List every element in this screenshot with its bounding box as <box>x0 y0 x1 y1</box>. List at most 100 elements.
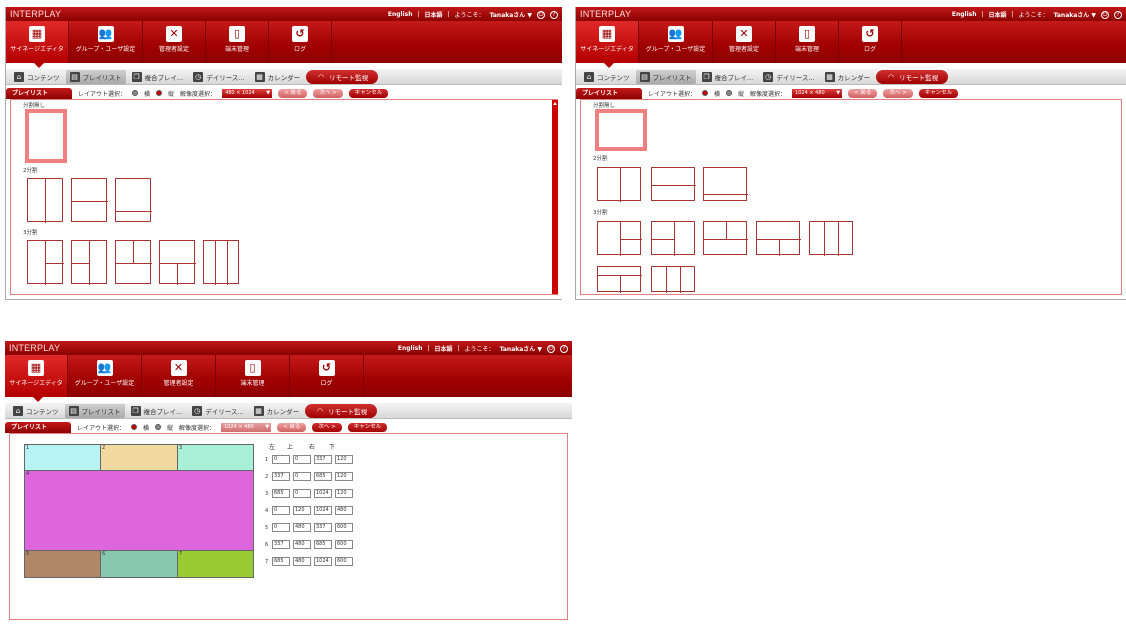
layout-option-3-d[interactable] <box>756 221 801 256</box>
back-button[interactable]: < 戻る <box>277 422 307 432</box>
region-5[interactable]: 5 <box>25 551 101 578</box>
language-japanese-link[interactable]: 日本語 <box>989 10 1007 19</box>
language-english-link[interactable]: English <box>398 345 423 352</box>
cancel-button[interactable]: キャンセル <box>918 88 959 98</box>
coordinate-field[interactable]: 120 <box>335 472 353 481</box>
tab-calendar[interactable]: ▦ カレンダー <box>250 404 304 418</box>
coordinate-field[interactable]: 337 <box>314 523 332 532</box>
help-icon[interactable]: ? <box>560 344 568 353</box>
nav-item-log[interactable]: ↺ ログ <box>269 21 332 63</box>
layout-horizontal-radio[interactable] <box>131 424 138 430</box>
language-japanese-link[interactable]: 日本語 <box>425 10 443 19</box>
resolution-dropdown[interactable]: 480 × 1024 <box>222 88 273 98</box>
help-icon[interactable]: ? <box>550 10 558 19</box>
nav-item-tools[interactable]: ✕ 管理者設定 <box>713 21 776 63</box>
nav-item-grid-pencil[interactable]: ▦ サイネージエディタ <box>5 355 68 402</box>
tab-composite[interactable]: ❐ 複合プレイ... <box>128 70 188 84</box>
tab-clock[interactable]: ◷ デイリース... <box>188 404 247 418</box>
coordinate-field[interactable]: 600 <box>335 540 353 549</box>
tab-wifi[interactable]: ◠ リモート監視 <box>306 69 379 84</box>
nav-item-log[interactable]: ↺ ログ <box>290 355 364 397</box>
coordinate-field[interactable]: 685 <box>272 557 290 566</box>
coordinate-field[interactable]: 685 <box>314 472 332 481</box>
layout-option-none[interactable] <box>595 109 647 151</box>
tab-clock[interactable]: ◷ デイリース... <box>759 70 818 84</box>
layout-option-3-e[interactable] <box>809 221 853 256</box>
nav-item-users[interactable]: 👥 グループ・ユーザ設定 <box>68 355 142 397</box>
tab-composite[interactable]: ❐ 複合プレイ... <box>698 70 758 84</box>
layout-option-2-horizontal[interactable] <box>651 167 696 201</box>
nav-item-tools[interactable]: ✕ 管理者設定 <box>143 21 206 63</box>
region-2[interactable]: 2 <box>101 445 178 471</box>
cancel-button[interactable]: キャンセル <box>347 422 388 432</box>
coordinate-field[interactable]: 0 <box>293 489 311 498</box>
coordinate-field[interactable]: 0 <box>272 455 290 464</box>
user-menu[interactable]: Tanakaさん ▼ <box>490 10 532 19</box>
layout-option-3-a[interactable] <box>597 221 642 256</box>
tab-calendar[interactable]: ▦ カレンダー <box>251 70 305 84</box>
tab-home[interactable]: ⌂ コンテンツ <box>580 70 634 84</box>
tab-playlist[interactable]: ▤ プレイリスト <box>64 403 125 418</box>
layout-option-2-vertical[interactable] <box>597 167 641 202</box>
coordinate-field[interactable]: 337 <box>314 455 332 464</box>
nav-item-grid-pencil[interactable]: ▦ サイネージエディタ <box>576 21 639 68</box>
tab-playlist[interactable]: ▤ プレイリスト <box>635 69 696 84</box>
layout-option-3-e[interactable] <box>203 240 239 285</box>
layout-option-3-a[interactable] <box>27 240 64 285</box>
coordinate-field[interactable]: 337 <box>272 540 290 549</box>
language-japanese-link[interactable]: 日本語 <box>435 344 453 353</box>
layout-option-2-bottom[interactable] <box>115 178 152 222</box>
layout-option-2-vertical[interactable] <box>27 178 63 223</box>
nav-item-users[interactable]: 👥 グループ・ユーザ設定 <box>639 21 713 63</box>
resolution-dropdown[interactable]: 1024 × 480 <box>792 88 843 98</box>
language-english-link[interactable]: English <box>388 11 413 18</box>
region-3[interactable]: 3 <box>178 445 254 471</box>
coordinate-field[interactable]: 1024 <box>314 557 332 566</box>
next-button[interactable]: 次へ > <box>313 88 343 98</box>
region-1[interactable]: 1 <box>25 445 101 471</box>
layout-vertical-radio[interactable] <box>156 90 163 96</box>
coordinate-field[interactable]: 0 <box>293 472 311 481</box>
coordinate-field[interactable]: 1024 <box>314 506 332 515</box>
tab-home[interactable]: ⌂ コンテンツ <box>9 404 63 418</box>
nav-item-users[interactable]: 👥 グループ・ユーザ設定 <box>69 21 143 63</box>
coordinate-field[interactable]: 337 <box>272 472 290 481</box>
layout-option-3-f[interactable] <box>597 266 642 293</box>
vertical-scrollbar[interactable] <box>552 100 558 294</box>
coordinate-field[interactable]: 685 <box>272 489 290 498</box>
layout-horizontal-radio[interactable] <box>132 90 139 96</box>
user-menu[interactable]: Tanakaさん ▼ <box>500 344 542 353</box>
layout-option-2-bottom[interactable] <box>703 167 748 201</box>
layout-option-3-g[interactable] <box>651 266 695 293</box>
layout-option-3-c[interactable] <box>703 221 748 255</box>
layout-vertical-radio[interactable] <box>155 424 162 430</box>
nav-item-grid-pencil[interactable]: ▦ サイネージエディタ <box>6 21 69 68</box>
layout-option-3-b[interactable] <box>651 221 695 256</box>
power-icon[interactable]: ⏻ <box>537 10 545 19</box>
nav-item-device[interactable]: ▯ 端末管理 <box>776 21 839 63</box>
coordinate-field[interactable]: 120 <box>335 455 353 464</box>
coordinate-field[interactable]: 120 <box>335 489 353 498</box>
coordinate-field[interactable]: 480 <box>293 523 311 532</box>
coordinate-field[interactable]: 0 <box>272 523 290 532</box>
coordinate-field[interactable]: 1024 <box>314 489 332 498</box>
tab-playlist[interactable]: ▤ プレイリスト <box>65 69 126 84</box>
power-icon[interactable]: ⏻ <box>547 344 555 353</box>
back-button[interactable]: < 戻る <box>278 88 308 98</box>
nav-item-log[interactable]: ↺ ログ <box>839 21 902 63</box>
tab-wifi[interactable]: ◠ リモート監視 <box>305 403 378 418</box>
coordinate-field[interactable]: 480 <box>293 540 311 549</box>
coordinate-field[interactable]: 0 <box>293 455 311 464</box>
nav-item-tools[interactable]: ✕ 管理者設定 <box>142 355 216 397</box>
help-icon[interactable]: ? <box>1114 10 1122 19</box>
coordinate-field[interactable]: 685 <box>314 540 332 549</box>
layout-vertical-radio[interactable] <box>726 90 733 96</box>
tab-calendar[interactable]: ▦ カレンダー <box>821 70 875 84</box>
region-4[interactable]: 4 <box>25 471 254 551</box>
nav-item-device[interactable]: ▯ 端末管理 <box>216 355 290 397</box>
coordinate-field[interactable]: 480 <box>335 506 353 515</box>
layout-option-3-c[interactable] <box>115 240 152 284</box>
vertical-scrollbar[interactable] <box>1115 100 1121 294</box>
tab-clock[interactable]: ◷ デイリース... <box>189 70 248 84</box>
language-english-link[interactable]: English <box>952 11 977 18</box>
